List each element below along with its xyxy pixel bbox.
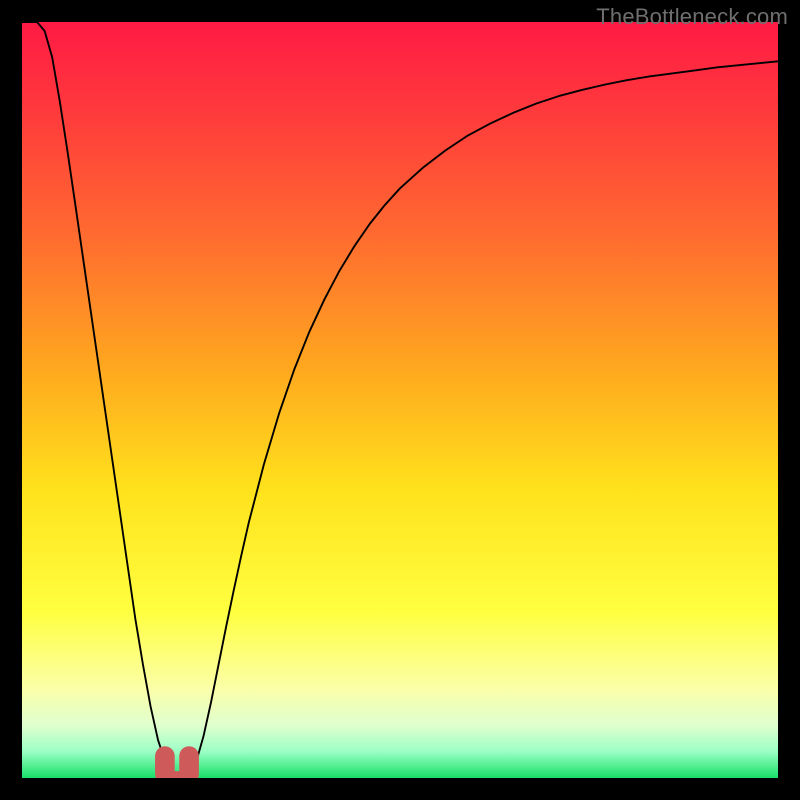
chart-frame: TheBottleneck.com (0, 0, 800, 800)
watermark-text: TheBottleneck.com (596, 4, 788, 30)
bottleneck-curve (22, 22, 778, 777)
optimum-marker (165, 756, 189, 778)
curve-layer (22, 22, 778, 778)
plot-area (22, 22, 778, 778)
